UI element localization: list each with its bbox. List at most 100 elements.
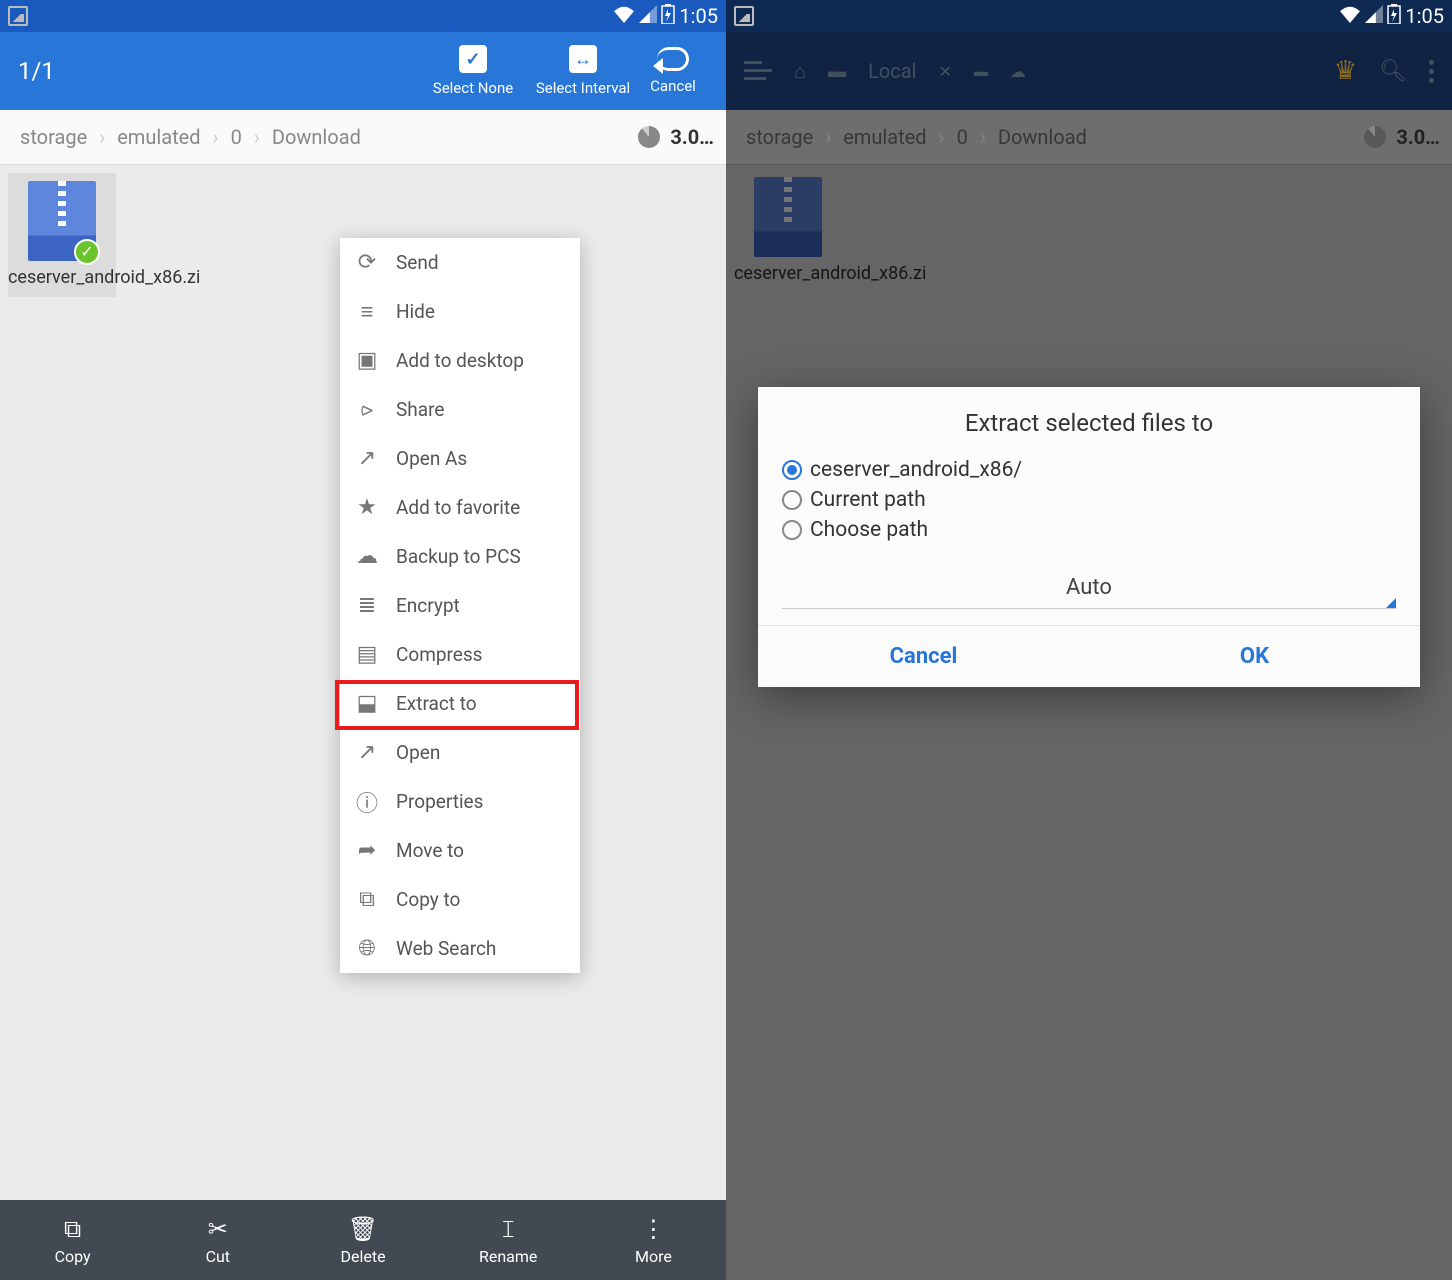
tab-icon: ▬	[974, 63, 988, 80]
open-as-icon: ↗	[354, 446, 380, 472]
info-icon: ⓘ	[354, 789, 380, 815]
check-icon: ✓	[459, 45, 487, 73]
ctx-favorite[interactable]: ★Add to favorite	[340, 483, 580, 532]
radio-icon	[782, 460, 802, 480]
send-icon: ⟳	[354, 250, 380, 276]
more-icon: ⋮	[641, 1215, 665, 1243]
ctx-encrypt[interactable]: ≣Encrypt	[340, 581, 580, 630]
ctx-backup[interactable]: ☁Backup to PCS	[340, 532, 580, 581]
file-name: ceserver_android_x86.zi	[8, 267, 116, 289]
ctx-send[interactable]: ⟳Send	[340, 238, 580, 287]
dialog-cancel-button[interactable]: Cancel	[758, 626, 1089, 687]
encoding-dropdown[interactable]: Auto	[782, 567, 1396, 609]
chevron-right-icon: ›	[980, 125, 986, 149]
star-icon: ★	[354, 495, 380, 521]
file-item[interactable]: ceserver_android_x86.zi	[734, 177, 842, 285]
bb-copy[interactable]: ⧉Copy	[0, 1200, 145, 1280]
breadcrumb: storage › emulated › 0 › Download 3.0…	[0, 110, 726, 165]
ctx-copy[interactable]: ⧉Copy to	[340, 875, 580, 924]
ctx-compress[interactable]: ▤Compress	[340, 630, 580, 679]
bb-cut[interactable]: ✂Cut	[145, 1200, 290, 1280]
ctx-move[interactable]: ➦Move to	[340, 826, 580, 875]
compress-icon: ▤	[354, 642, 380, 668]
chevron-right-icon: ›	[939, 125, 945, 149]
select-none-button[interactable]: ✓ Select None	[418, 45, 528, 97]
battery-icon	[661, 4, 675, 29]
breadcrumb-item[interactable]: 0	[949, 125, 976, 149]
move-icon: ➦	[354, 838, 380, 864]
status-time: 1:05	[1405, 4, 1444, 28]
trash-icon: 🗑	[348, 1215, 378, 1243]
dialog-ok-button[interactable]: OK	[1089, 626, 1420, 687]
storage-pie-icon[interactable]	[638, 126, 660, 148]
cut-icon: ✂	[208, 1215, 228, 1243]
globe-icon: 🌐︎	[354, 936, 380, 962]
breadcrumb-item[interactable]: emulated	[109, 125, 208, 149]
ctx-properties[interactable]: ⓘProperties	[340, 777, 580, 826]
rename-icon: 𝙸	[500, 1215, 517, 1243]
file-item[interactable]: ✓ ceserver_android_x86.zi	[8, 173, 116, 297]
crown-icon[interactable]: ♛	[1334, 56, 1357, 86]
local-label[interactable]: Local	[868, 59, 916, 83]
wifi-icon	[613, 4, 635, 28]
radio-icon	[782, 490, 802, 510]
ctx-open[interactable]: ↗Open	[340, 728, 580, 777]
chevron-right-icon: ›	[825, 125, 831, 149]
more-icon[interactable]	[1429, 60, 1434, 83]
breadcrumb: storage › emulated › 0 › Download 3.0…	[726, 110, 1452, 165]
screen-left: 1:05 1/1 ✓ Select None ↔ Select Interval…	[0, 0, 726, 1280]
breadcrumb-item[interactable]: storage	[12, 125, 95, 149]
bb-more[interactable]: ⋮More	[581, 1200, 726, 1280]
ctx-share[interactable]: ⪧Share	[340, 385, 580, 434]
select-interval-button[interactable]: ↔ Select Interval	[528, 45, 638, 97]
chevron-right-icon: ›	[213, 125, 219, 149]
selection-count: 1/1	[18, 57, 55, 85]
radio-option-choose[interactable]: Choose path	[782, 515, 1396, 545]
desktop-icon: ▣	[354, 348, 380, 374]
ctx-extract[interactable]: ⬓Extract to	[340, 679, 580, 728]
bb-delete[interactable]: 🗑Delete	[290, 1200, 435, 1280]
image-icon	[8, 6, 28, 26]
share-icon: ⪧	[354, 397, 380, 423]
chevron-right-icon: ›	[99, 125, 105, 149]
ctx-open-as[interactable]: ↗Open As	[340, 434, 580, 483]
wifi-icon	[1339, 4, 1361, 28]
storage-pie-icon[interactable]	[1364, 126, 1386, 148]
folder-icon: ▬	[828, 61, 846, 82]
file-name: ceserver_android_x86.zi	[734, 263, 842, 285]
bottom-bar: ⧉Copy ✂Cut 🗑Delete 𝙸Rename ⋮More	[0, 1200, 726, 1280]
extract-icon: ⬓	[354, 691, 380, 717]
ctx-web-search[interactable]: 🌐︎Web Search	[340, 924, 580, 973]
home-icon[interactable]: ⌂	[794, 59, 806, 84]
bb-rename[interactable]: 𝙸Rename	[436, 1200, 581, 1280]
search-icon[interactable]: 🔍︎	[1379, 59, 1407, 84]
ctx-add-desktop[interactable]: ▣Add to desktop	[340, 336, 580, 385]
screen-right: 1:05 ⌂ ▬ Local ✕ ▬ ☁ ♛ 🔍︎ storage › emul…	[726, 0, 1452, 1280]
radio-option-current[interactable]: Current path	[782, 485, 1396, 515]
zip-icon: ✓	[28, 181, 96, 261]
breadcrumb-item[interactable]: storage	[738, 125, 821, 149]
dialog-buttons: Cancel OK	[758, 625, 1420, 687]
context-menu: ⟳Send ≡Hide ▣Add to desktop ⪧Share ↗Open…	[340, 238, 580, 973]
copy-icon: ⧉	[354, 887, 380, 913]
chevron-right-icon: ›	[254, 125, 260, 149]
breadcrumb-item[interactable]: Download	[990, 125, 1095, 149]
storage-size: 3.0…	[670, 125, 714, 149]
breadcrumb-item[interactable]: emulated	[835, 125, 934, 149]
menu-icon[interactable]	[744, 61, 772, 81]
selection-toolbar: 1/1 ✓ Select None ↔ Select Interval Canc…	[0, 32, 726, 110]
close-icon[interactable]: ✕	[938, 62, 951, 81]
radio-group: ceserver_android_x86/ Current path Choos…	[758, 455, 1420, 555]
radio-option-folder[interactable]: ceserver_android_x86/	[782, 455, 1396, 485]
cloud-icon: ☁	[1010, 62, 1026, 81]
dialog-title: Extract selected files to	[758, 387, 1420, 455]
open-icon: ↗	[354, 740, 380, 766]
back-icon	[657, 47, 689, 71]
signal-icon	[1365, 4, 1383, 28]
ctx-hide[interactable]: ≡Hide	[340, 287, 580, 336]
status-bar: 1:05	[0, 0, 726, 32]
cancel-button[interactable]: Cancel	[638, 47, 708, 95]
zip-icon	[754, 177, 822, 257]
breadcrumb-item[interactable]: Download	[264, 125, 369, 149]
breadcrumb-item[interactable]: 0	[223, 125, 250, 149]
